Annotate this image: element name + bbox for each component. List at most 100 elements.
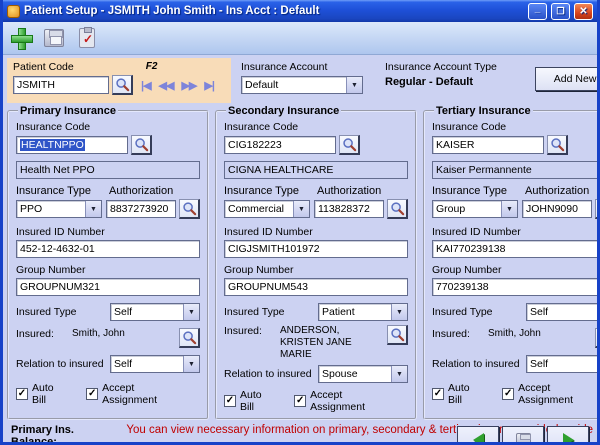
secondary-panel-title: Secondary Insurance bbox=[226, 105, 341, 117]
next-record-button[interactable] bbox=[181, 79, 196, 92]
insurance-account-value: Default bbox=[242, 79, 346, 91]
relation-value: Spouse bbox=[319, 368, 391, 380]
insurance-account-type-value: Regular - Default bbox=[385, 76, 535, 88]
window-title: Patient Setup - JSMITH John Smith - Ins … bbox=[24, 5, 524, 17]
auto-bill-checkbox[interactable] bbox=[432, 388, 444, 400]
next-button[interactable]: Next bbox=[547, 426, 589, 445]
relation-label: Relation to insured bbox=[16, 358, 110, 370]
chevron-down-icon[interactable] bbox=[501, 201, 517, 217]
patient-setup-window: Patient Setup - JSMITH John Smith - Ins … bbox=[0, 0, 600, 445]
insured-id-field[interactable]: CIGJSMITH101972 bbox=[224, 240, 408, 258]
maximize-button[interactable] bbox=[551, 3, 570, 20]
auto-bill-checkbox[interactable] bbox=[16, 388, 28, 400]
back-button[interactable]: Back bbox=[457, 426, 499, 445]
first-record-button[interactable] bbox=[141, 79, 151, 92]
group-number-field[interactable]: GROUPNUM543 bbox=[224, 278, 408, 296]
accept-assignment-checkbox[interactable] bbox=[502, 388, 514, 400]
authorization-field[interactable]: 8837273920 bbox=[106, 200, 176, 218]
relation-select[interactable]: Self bbox=[526, 355, 600, 373]
insurance-code-field[interactable]: HEALTNPPO bbox=[16, 136, 128, 154]
insurance-type-select[interactable]: PPO bbox=[16, 200, 102, 218]
insurance-account-select[interactable]: Default bbox=[241, 76, 363, 94]
authorization-label: Authorization bbox=[525, 185, 589, 197]
authorization-search-button[interactable] bbox=[595, 199, 600, 219]
authorization-search-button[interactable] bbox=[387, 199, 408, 219]
auto-bill-checkbox[interactable] bbox=[224, 395, 236, 407]
save-toolbar-button[interactable] bbox=[40, 25, 68, 51]
insurance-type-select[interactable]: Commercial bbox=[224, 200, 310, 218]
accept-assignment-label: Accept Assignment bbox=[310, 389, 394, 413]
chevron-down-icon[interactable] bbox=[85, 201, 101, 217]
authorization-field[interactable]: JOHN9090 bbox=[522, 200, 592, 218]
insured-type-value: Self bbox=[527, 306, 599, 318]
authorization-search-button[interactable] bbox=[179, 199, 200, 219]
insured-search-button[interactable] bbox=[595, 328, 600, 348]
content-area: Patient Code F2 JSMITH Insurance Account bbox=[3, 55, 597, 445]
magnifier-icon bbox=[390, 201, 405, 216]
add-new-insurance-acct-button[interactable]: Add New Insurance Acct bbox=[535, 67, 600, 91]
insurance-code-value: HEALTNPPO bbox=[20, 139, 85, 151]
accept-assignment-checkbox[interactable] bbox=[294, 395, 306, 407]
insurance-code-label: Insurance Code bbox=[16, 121, 200, 133]
insurance-code-field[interactable]: KAISER bbox=[432, 136, 544, 154]
add-patient-button[interactable] bbox=[7, 25, 35, 51]
insured-type-select[interactable]: Patient bbox=[318, 303, 408, 321]
green-left-arrow-icon bbox=[473, 433, 484, 445]
insured-id-field[interactable]: KAI770239138 bbox=[432, 240, 600, 258]
green-right-arrow-icon bbox=[563, 433, 574, 445]
floppy-disk-icon bbox=[44, 29, 64, 47]
insurance-panels: Primary Insurance Insurance Code HEALTNP… bbox=[7, 105, 593, 420]
insurance-type-value: Commercial bbox=[225, 203, 293, 215]
patient-code-label: Patient Code bbox=[13, 61, 74, 73]
chevron-down-icon[interactable] bbox=[183, 304, 199, 320]
insured-search-button[interactable] bbox=[179, 328, 200, 348]
insurance-type-label: Insurance Type bbox=[16, 185, 91, 197]
insured-name-value: Smith, John bbox=[72, 328, 179, 340]
save-button[interactable]: Save bbox=[502, 426, 544, 445]
last-record-button[interactable] bbox=[204, 79, 214, 92]
relation-label: Relation to insured bbox=[224, 368, 318, 380]
insurance-type-label: Insurance Type bbox=[432, 185, 507, 197]
top-row: Patient Code F2 JSMITH Insurance Account bbox=[7, 58, 593, 103]
auto-bill-label: Auto Bill bbox=[240, 389, 276, 413]
chevron-down-icon[interactable] bbox=[391, 366, 407, 382]
chevron-down-icon[interactable] bbox=[293, 201, 309, 217]
magnifier-icon bbox=[550, 137, 565, 152]
relation-select[interactable]: Self bbox=[110, 355, 200, 373]
insured-type-select[interactable]: Self bbox=[526, 303, 600, 321]
accept-assignment-checkbox[interactable] bbox=[86, 388, 98, 400]
insurance-type-select[interactable]: Group bbox=[432, 200, 518, 218]
insured-type-select[interactable]: Self bbox=[110, 303, 200, 321]
relation-select[interactable]: Spouse bbox=[318, 365, 408, 383]
close-button[interactable] bbox=[574, 3, 593, 20]
insured-type-value: Self bbox=[111, 306, 183, 318]
insured-id-field[interactable]: 452-12-4632-01 bbox=[16, 240, 200, 258]
insurance-code-label: Insurance Code bbox=[432, 121, 600, 133]
plus-icon bbox=[11, 28, 31, 48]
authorization-field[interactable]: 113828372 bbox=[314, 200, 384, 218]
insurance-type-value: Group bbox=[433, 203, 501, 215]
minimize-button[interactable] bbox=[528, 3, 547, 20]
insured-label: Insured: bbox=[16, 328, 72, 340]
insurance-code-search-button[interactable] bbox=[339, 135, 360, 155]
chevron-down-icon[interactable] bbox=[346, 77, 362, 93]
insured-type-label: Insured Type bbox=[16, 306, 110, 318]
insurance-code-search-button[interactable] bbox=[547, 135, 568, 155]
insurance-type-label: Insurance Type bbox=[224, 185, 299, 197]
authorization-label: Authorization bbox=[109, 185, 173, 197]
insurance-code-search-button[interactable] bbox=[131, 135, 152, 155]
title-bar: Patient Setup - JSMITH John Smith - Ins … bbox=[3, 0, 597, 22]
group-number-field[interactable]: GROUPNUM321 bbox=[16, 278, 200, 296]
patient-code-field[interactable]: JSMITH bbox=[13, 76, 109, 94]
previous-record-button[interactable] bbox=[159, 79, 174, 92]
tertiary-insurance-panel: Tertiary Insurance Insurance Code KAISER… bbox=[423, 105, 600, 420]
group-number-field[interactable]: 770239138 bbox=[432, 278, 600, 296]
accept-assignment-label: Accept Assignment bbox=[102, 382, 186, 406]
verify-button[interactable] bbox=[73, 25, 101, 51]
chevron-down-icon[interactable] bbox=[183, 356, 199, 372]
patient-search-button[interactable] bbox=[112, 75, 133, 95]
insured-search-button[interactable] bbox=[387, 325, 408, 345]
insurance-name-field: Health Net PPO bbox=[16, 161, 200, 179]
chevron-down-icon[interactable] bbox=[391, 304, 407, 320]
insurance-code-field[interactable]: CIG182223 bbox=[224, 136, 336, 154]
